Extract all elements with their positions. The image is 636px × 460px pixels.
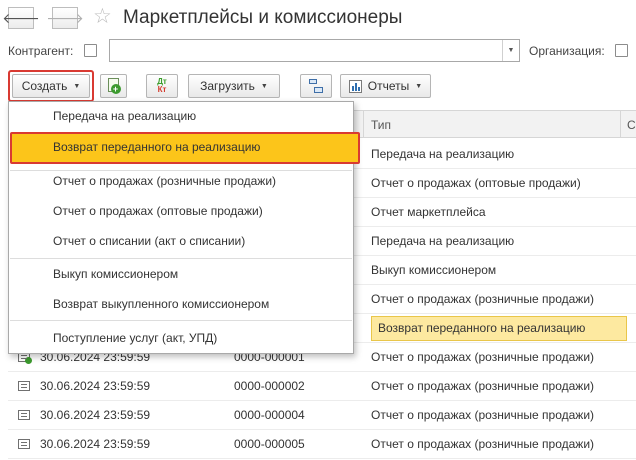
organization-label: Организация: xyxy=(529,44,605,58)
cell-date: 30.06.2024 23:59:59 xyxy=(40,379,151,393)
document-icon xyxy=(18,381,30,391)
reports-button[interactable]: Отчеты ▼ xyxy=(340,74,431,98)
cell-date: 30.06.2024 23:59:59 xyxy=(40,437,151,451)
new-document-icon: + xyxy=(107,78,121,94)
cell-type: Передача на реализацию xyxy=(371,147,515,161)
cell-type: Возврат переданного на реализацию xyxy=(378,321,586,335)
cell-number: 0000-000002 xyxy=(234,379,305,393)
menu-divider xyxy=(10,170,352,171)
cell-number: 0000-000004 xyxy=(234,408,305,422)
arrow-left-icon: 🡐 xyxy=(2,9,40,26)
counterparty-label: Контрагент: xyxy=(8,44,74,58)
report-icon xyxy=(348,79,362,93)
document-icon xyxy=(18,439,30,449)
organization-checkbox[interactable] xyxy=(615,44,628,57)
reports-button-label: Отчеты xyxy=(367,79,410,93)
menu-item-transfer-for-sale[interactable]: Передача на реализацию xyxy=(53,109,196,123)
favorite-star-icon[interactable]: ☆ xyxy=(93,5,112,29)
cell-type: Отчет маркетплейса xyxy=(371,205,486,219)
cell-type: Передача на реализацию xyxy=(371,234,515,248)
menu-item-return-bought-out[interactable]: Возврат выкупленного комиссионером xyxy=(53,297,269,311)
table-row[interactable]: 30.06.2024 23:59:59 0000-000002 Отчет о … xyxy=(8,372,636,401)
cell-type: Отчет о продажах (розничные продажи) xyxy=(371,437,595,451)
menu-item-write-off-report[interactable]: Отчет о списании (акт о списании) xyxy=(53,234,245,248)
cell-type: Отчет о продажах (оптовые продажи) xyxy=(371,176,581,190)
column-header-next[interactable]: С xyxy=(627,118,636,132)
cell-number: 0000-000005 xyxy=(234,437,305,451)
chevron-down-icon[interactable]: ▼ xyxy=(502,40,519,61)
cell-type: Отчет о продажах (розничные продажи) xyxy=(371,292,595,306)
menu-item-retail-sales-report[interactable]: Отчет о продажах (розничные продажи) xyxy=(53,174,276,188)
menu-item-commissioner-buyout[interactable]: Выкуп комиссионером xyxy=(53,267,178,281)
load-button[interactable]: Загрузить ▼ xyxy=(188,74,280,98)
cell-type: Отчет о продажах (розничные продажи) xyxy=(371,350,595,364)
counterparty-checkbox[interactable] xyxy=(84,44,97,57)
create-copy-button[interactable]: + xyxy=(100,74,127,98)
counterparty-field[interactable]: ▼ xyxy=(109,39,520,62)
forward-button[interactable]: 🡒 xyxy=(46,7,84,29)
cell-date: 30.06.2024 23:59:59 xyxy=(40,408,151,422)
document-structure-icon xyxy=(309,79,323,93)
cell-type: Отчет о продажах (розничные продажи) xyxy=(371,408,595,422)
menu-divider xyxy=(10,320,352,321)
structure-button[interactable] xyxy=(300,74,332,98)
menu-item-services-receipt[interactable]: Поступление услуг (акт, УПД) xyxy=(53,331,217,345)
arrow-right-icon: 🡒 xyxy=(46,9,84,26)
menu-item-return-transferred-label: Возврат переданного на реализацию xyxy=(53,140,261,154)
chevron-down-icon: ▼ xyxy=(260,82,268,90)
cell-type: Выкуп комиссионером xyxy=(371,263,497,277)
column-header-type[interactable]: Тип xyxy=(371,118,391,132)
load-button-label: Загрузить xyxy=(200,79,255,93)
page-title: Маркетплейсы и комиссионеры xyxy=(123,7,403,28)
menu-item-wholesale-sales-report[interactable]: Отчет о продажах (оптовые продажи) xyxy=(53,204,263,218)
chevron-down-icon: ▼ xyxy=(415,82,423,90)
debit-credit-icon: Дт Кт xyxy=(157,77,167,94)
postings-button[interactable]: Дт Кт xyxy=(146,74,178,98)
table-row[interactable]: 30.06.2024 23:59:59 0000-000004 Отчет о … xyxy=(8,401,636,430)
menu-divider xyxy=(10,258,352,259)
back-button[interactable]: 🡐 xyxy=(2,7,40,29)
create-dropdown-menu: Передача на реализацию Возврат переданно… xyxy=(8,101,360,354)
table-row[interactable]: 30.06.2024 23:59:59 0000-000005 Отчет о … xyxy=(8,430,636,459)
cell-type: Отчет о продажах (розничные продажи) xyxy=(371,379,595,393)
create-button-annotation xyxy=(8,70,94,102)
document-icon xyxy=(18,410,30,420)
